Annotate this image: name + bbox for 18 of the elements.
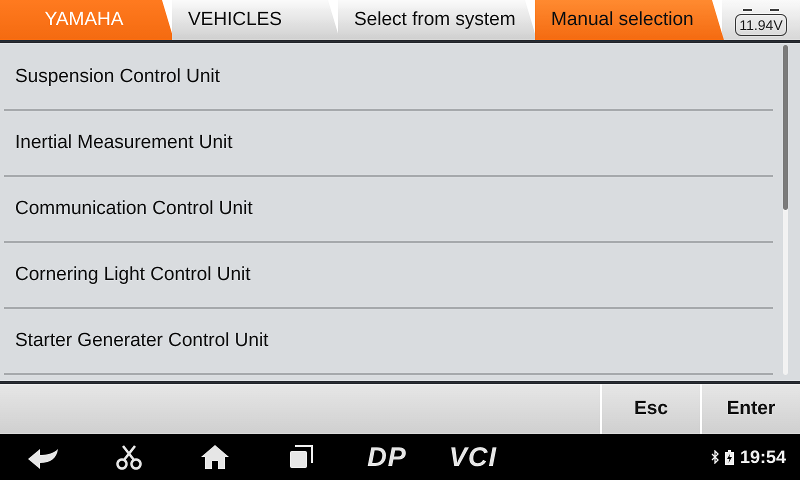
list-item[interactable]: Suspension Control Unit	[4, 45, 773, 112]
battery-voltage: 11.94V	[735, 8, 787, 36]
breadcrumb-tab[interactable]: Select from system	[338, 0, 537, 40]
logo-text[interactable]: DP	[344, 442, 430, 472]
current-tab[interactable]: Manual selection	[535, 0, 724, 40]
list-item[interactable]: Starter Generater Control Unit	[4, 309, 773, 376]
list-item[interactable]: Inertial Measurement Unit	[4, 111, 773, 178]
scrollbar[interactable]	[783, 45, 788, 376]
recent-apps-icon[interactable]	[289, 445, 313, 469]
battery-charging-icon	[724, 450, 734, 464]
home-icon[interactable]	[200, 444, 230, 470]
clock-time: 19:54	[740, 446, 786, 468]
scissors-icon[interactable]	[116, 444, 142, 470]
list-item[interactable]: Cornering Light Control Unit	[4, 243, 773, 310]
bluetooth-icon	[710, 450, 719, 464]
list-item[interactable]: Communication Control Unit	[4, 177, 773, 244]
logo-text[interactable]: VCI	[430, 442, 516, 472]
breadcrumb-tab[interactable]: VEHICLES	[172, 0, 340, 40]
